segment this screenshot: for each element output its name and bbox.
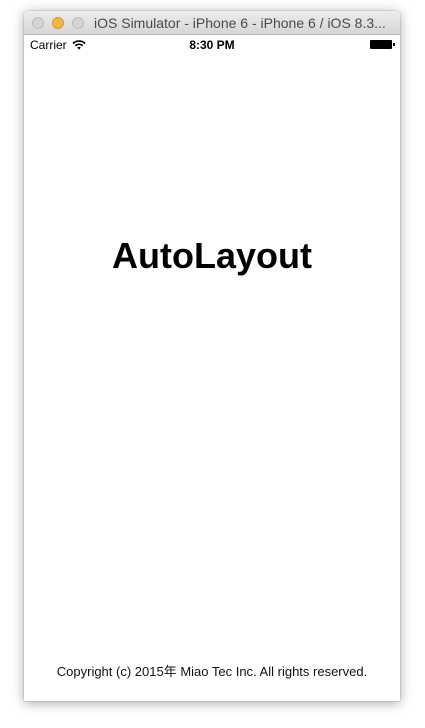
app-headline: AutoLayout bbox=[112, 235, 312, 276]
copyright-label: Copyright (c) 2015年 Miao Tec Inc. All ri… bbox=[56, 664, 368, 679]
status-bar: Carrier 8:30 PM bbox=[24, 35, 400, 55]
window-titlebar[interactable]: iOS Simulator - iPhone 6 - iPhone 6 / iO… bbox=[24, 11, 400, 35]
device-screen[interactable]: Carrier 8:30 PM AutoLayout Copyright (c)… bbox=[24, 35, 400, 701]
simulator-window: iOS Simulator - iPhone 6 - iPhone 6 / iO… bbox=[24, 11, 400, 701]
status-time: 8:30 PM bbox=[189, 38, 235, 52]
close-button[interactable] bbox=[32, 17, 44, 29]
zoom-button[interactable] bbox=[72, 17, 84, 29]
minimize-button[interactable] bbox=[52, 17, 64, 29]
battery-icon bbox=[370, 40, 395, 49]
window-title: iOS Simulator - iPhone 6 - iPhone 6 / iO… bbox=[94, 15, 386, 31]
